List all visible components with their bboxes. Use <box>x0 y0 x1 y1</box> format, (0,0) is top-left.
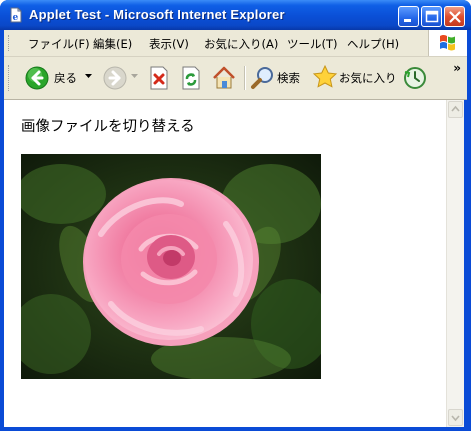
maximize-icon <box>425 10 439 23</box>
favorites-label[interactable]: お気に入り <box>339 70 397 86</box>
search-icon[interactable] <box>250 65 276 91</box>
menu-bar: ファイル(F) 編集(E) 表示(V) お気に入り(A) ツール(T) ヘルプ(… <box>4 30 467 57</box>
vertical-scrollbar[interactable] <box>446 100 464 427</box>
svg-text:e: e <box>13 13 19 23</box>
menu-file[interactable]: ファイル(F) <box>28 36 90 52</box>
windows-flag-icon <box>440 35 455 51</box>
page-heading: 画像ファイルを切り替える <box>21 119 195 135</box>
forward-arrow-icon[interactable] <box>102 65 128 91</box>
menu-edit[interactable]: 編集(E) <box>93 36 132 52</box>
search-label[interactable]: 検索 <box>277 70 300 86</box>
scroll-up-arrow-icon <box>451 105 460 112</box>
window-title: Applet Test - Microsoft Internet Explore… <box>29 7 285 22</box>
menu-tools[interactable]: ツール(T) <box>287 36 338 52</box>
menu-help[interactable]: ヘルプ(H) <box>347 36 399 52</box>
standard-toolbar: 戻る 検索 お気に入り » <box>4 57 467 100</box>
menu-favorites[interactable]: お気に入り(A) <box>204 36 278 52</box>
minimize-button[interactable] <box>398 6 419 27</box>
pink-rose-image <box>21 154 321 379</box>
toolbar-overflow-chevron[interactable]: » <box>453 61 461 75</box>
maximize-button[interactable] <box>421 6 442 27</box>
scroll-up-button[interactable] <box>448 101 463 118</box>
window-frame-right <box>467 30 471 431</box>
forward-dropdown-icon[interactable] <box>131 74 138 79</box>
favorites-star-icon[interactable] <box>312 64 338 90</box>
title-bar[interactable]: e Applet Test - Microsoft Internet Explo… <box>0 0 471 30</box>
stop-icon[interactable] <box>148 66 170 90</box>
browser-window: e Applet Test - Microsoft Internet Explo… <box>0 0 471 431</box>
back-dropdown-icon[interactable] <box>85 74 92 79</box>
history-icon[interactable] <box>402 65 428 91</box>
refresh-icon[interactable] <box>180 66 202 90</box>
toolbar-grip[interactable] <box>8 65 12 91</box>
ie-page-icon: e <box>10 7 22 23</box>
windows-logo <box>428 30 467 56</box>
scroll-down-arrow-icon <box>451 415 460 422</box>
page-content: 画像ファイルを切り替える <box>4 100 446 427</box>
menu-view[interactable]: 表示(V) <box>149 36 189 52</box>
back-label: 戻る <box>54 71 77 85</box>
toolbar-separator <box>244 66 246 90</box>
close-icon <box>449 11 461 23</box>
close-button[interactable] <box>444 6 465 27</box>
rose-photo <box>21 154 321 379</box>
scroll-down-button[interactable] <box>448 409 463 426</box>
back-arrow-icon <box>25 66 49 90</box>
window-frame-bottom <box>0 427 471 431</box>
minimize-icon <box>404 19 411 22</box>
menu-grip[interactable] <box>8 35 12 51</box>
home-icon[interactable] <box>211 65 237 91</box>
